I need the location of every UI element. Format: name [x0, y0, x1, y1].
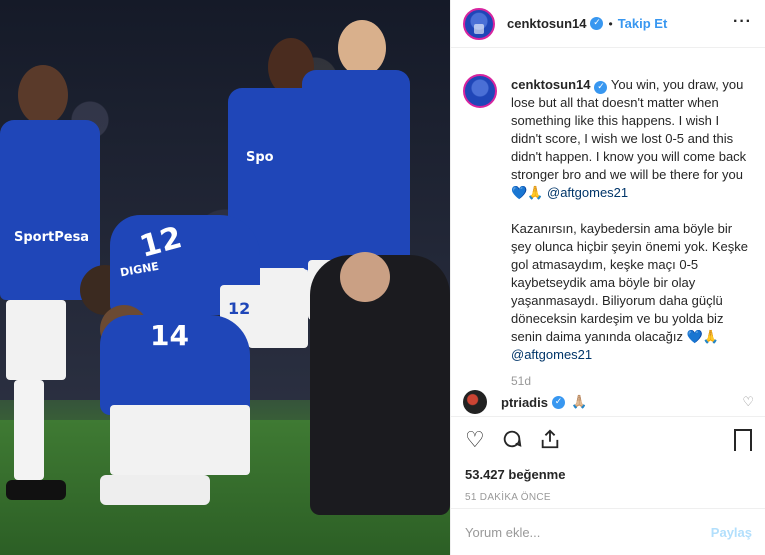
medic-head [340, 252, 390, 302]
sponsor-short-text: Spo [246, 150, 274, 165]
author-username[interactable]: cenktosun14 [507, 16, 586, 31]
caption-username[interactable]: cenktosun14 [511, 77, 590, 92]
post-photo[interactable]: SportPesa Spo 12 DIGNE 12 14 [0, 0, 450, 555]
verified-badge-icon: ✓ [551, 395, 565, 409]
comment-like-heart-icon[interactable]: ♡ [742, 394, 754, 410]
share-upload-icon[interactable] [539, 428, 561, 455]
caption-avatar[interactable] [463, 74, 497, 108]
verified-badge-icon: ✓ [590, 17, 604, 30]
comment-text: 🙏🏼 [570, 394, 588, 409]
like-count[interactable]: 53.427 beğenme [465, 467, 752, 482]
comment-input[interactable] [465, 524, 711, 540]
more-options-icon[interactable]: ··· [733, 13, 752, 31]
action-bar: ♡ 53.427 beğenme 51 DAKİKA ÖNCE [451, 416, 765, 516]
caption-time[interactable]: 51d [511, 374, 754, 388]
player-kneeling-14: 14 [70, 305, 270, 515]
caption-english: You win, you draw, you lose but all that… [511, 77, 747, 200]
caption-text: cenktosun14 ✓ You win, you draw, you lose… [511, 76, 751, 364]
verified-badge-icon: ✓ [594, 81, 608, 94]
posted-time: 51 DAKİKA ÖNCE [465, 492, 551, 503]
post-sidebar: cenktosun14 ✓ • Takip Et ··· cenktosun14… [450, 0, 765, 555]
add-comment-bar: Paylaş [451, 508, 765, 555]
caption-area: cenktosun14 ✓ You win, you draw, you lose… [451, 48, 765, 388]
caption-row: cenktosun14 ✓ You win, you draw, you lose… [463, 74, 754, 364]
like-heart-icon[interactable]: ♡ [465, 430, 485, 452]
mention-link-2[interactable]: @aftgomes21 [511, 347, 592, 362]
sponsor-text: SportPesa [14, 230, 90, 245]
comment-bubble-icon[interactable] [501, 428, 523, 455]
post-comment-button[interactable]: Paylaş [711, 525, 752, 540]
jersey-number: 14 [150, 319, 189, 352]
separator-dot: • [608, 16, 613, 31]
post-header: cenktosun14 ✓ • Takip Et ··· [451, 0, 765, 48]
commenter-avatar[interactable] [463, 390, 487, 414]
caption-turkish: Kazanırsın, kaybedersin ama böyle bir şe… [511, 221, 749, 344]
commenter-username[interactable]: ptriadis [501, 395, 548, 410]
follow-button[interactable]: Takip Et [618, 16, 668, 31]
author-avatar[interactable] [463, 7, 495, 40]
comment-row: ptriadis ✓ 🙏🏼 ♡ [463, 388, 754, 416]
mention-link[interactable]: @aftgomes21 [547, 185, 628, 200]
action-icons: ♡ [465, 427, 752, 455]
bookmark-icon[interactable] [734, 429, 752, 453]
